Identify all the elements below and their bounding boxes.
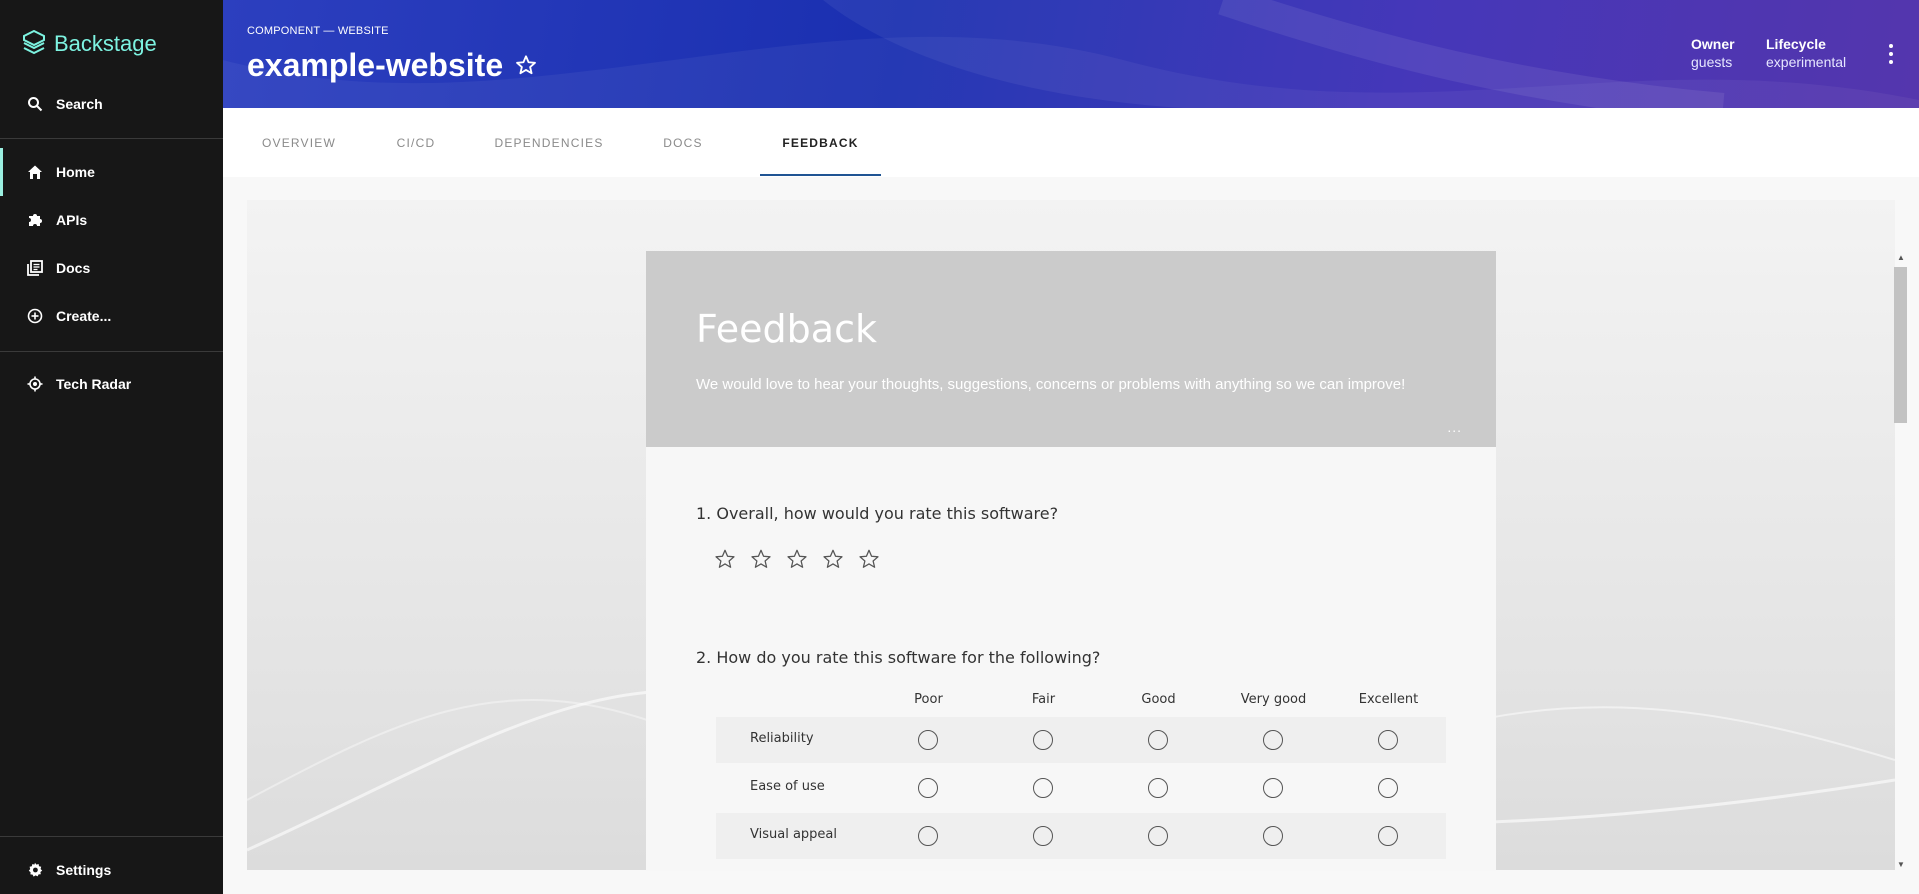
app-name: Backstage [54, 31, 157, 56]
add-circle-icon [26, 307, 44, 325]
tab-feedback[interactable]: FEEDBACK [760, 108, 881, 177]
sidebar-item-tech-radar[interactable]: Tech Radar [0, 360, 223, 408]
sidebar-item-docs[interactable]: Docs [0, 244, 223, 292]
question-text: Overall, how would you rate this softwar… [716, 504, 1059, 523]
tab-overview[interactable]: OVERVIEW [245, 108, 353, 177]
sidebar-item-create[interactable]: Create... [0, 292, 223, 340]
matrix-row-label: Ease of use [750, 779, 825, 794]
library-icon [26, 259, 44, 277]
matrix-column-header: Good [1141, 692, 1176, 707]
backstage-logo-icon [23, 30, 45, 55]
radio-ease-of-use-good[interactable] [1148, 778, 1168, 798]
matrix-column-header: Fair [1031, 692, 1056, 707]
sidebar: Backstage Search Home APIs Docs Create..… [0, 0, 223, 894]
sidebar-item-search[interactable]: Search [0, 80, 223, 128]
radio-reliability-poor[interactable] [918, 730, 938, 750]
radio-visual-appeal-very-good[interactable] [1263, 826, 1283, 846]
owner-value[interactable]: guests [1691, 54, 1735, 70]
radio-reliability-very-good[interactable] [1263, 730, 1283, 750]
scroll-thumb[interactable] [1894, 267, 1907, 423]
sidebar-item-label: APIs [56, 212, 88, 228]
survey-scrollbar[interactable]: ▲ ▼ [1894, 253, 1908, 869]
matrix-row: Reliability [716, 717, 1446, 763]
rating-star-icon[interactable] [822, 548, 844, 570]
sidebar-item-label: Settings [56, 862, 112, 878]
more-options-icon[interactable] [1887, 44, 1895, 64]
sidebar-item-label: Home [56, 164, 95, 180]
sidebar-item-home[interactable]: Home [0, 148, 223, 196]
scroll-down-arrow-icon[interactable]: ▼ [1897, 860, 1905, 869]
rating-star-icon[interactable] [714, 548, 736, 570]
survey-header: Feedback We would love to hear your thou… [646, 251, 1496, 447]
radio-reliability-excellent[interactable] [1378, 730, 1398, 750]
survey-title: Feedback [696, 307, 877, 351]
sidebar-item-settings[interactable]: Settings [0, 846, 223, 894]
sidebar-item-label: Docs [56, 260, 91, 276]
favorite-star-icon[interactable] [515, 54, 537, 76]
matrix-row-label: Reliability [750, 731, 814, 746]
radio-visual-appeal-poor[interactable] [918, 826, 938, 846]
sidebar-divider [0, 836, 223, 837]
radio-visual-appeal-good[interactable] [1148, 826, 1168, 846]
scroll-up-arrow-icon[interactable]: ▲ [1897, 253, 1905, 262]
lifecycle-value: experimental [1766, 54, 1847, 70]
sidebar-item-apis[interactable]: APIs [0, 196, 223, 244]
owner-label: Owner [1691, 36, 1735, 52]
entity-kind: COMPONENT — WEBSITE [247, 25, 389, 37]
entity-header: COMPONENT — WEBSITE example-website Owne… [223, 0, 1919, 108]
radio-reliability-fair[interactable] [1033, 730, 1053, 750]
sidebar-item-label: Search [56, 96, 103, 112]
rating-star-icon[interactable] [786, 548, 808, 570]
active-tab-indicator [760, 174, 881, 176]
puzzle-icon [26, 211, 44, 229]
matrix-row-label: Visual appeal [750, 827, 837, 842]
sidebar-item-label: Create... [56, 308, 112, 324]
radio-ease-of-use-excellent[interactable] [1378, 778, 1398, 798]
tab-bar: OVERVIEW CI/CD DEPENDENCIES DOCS FEEDBAC… [223, 108, 1919, 177]
question-number: 1. [696, 504, 712, 523]
backstage-logo[interactable]: Backstage [22, 30, 157, 58]
radio-ease-of-use-fair[interactable] [1033, 778, 1053, 798]
sidebar-divider [0, 138, 223, 139]
sidebar-item-label: Tech Radar [56, 376, 132, 392]
radio-ease-of-use-poor[interactable] [918, 778, 938, 798]
home-icon [26, 163, 44, 181]
feedback-survey: Feedback We would love to hear your thou… [646, 251, 1496, 871]
radio-visual-appeal-fair[interactable] [1033, 826, 1053, 846]
radio-reliability-good[interactable] [1148, 730, 1168, 750]
tab-ci-cd[interactable]: CI/CD [376, 108, 456, 177]
question-text: How do you rate this software for the fo… [716, 648, 1101, 667]
radio-ease-of-use-very-good[interactable] [1263, 778, 1283, 798]
question-number: 2. [696, 648, 712, 667]
search-icon [26, 95, 44, 113]
rating-star-icon[interactable] [750, 548, 772, 570]
matrix-column-header: Poor [914, 692, 943, 707]
tab-dependencies[interactable]: DEPENDENCIES [479, 108, 619, 177]
radar-icon [26, 375, 44, 393]
rating-star-icon[interactable] [858, 548, 880, 570]
gear-icon [26, 861, 44, 879]
sidebar-divider [0, 351, 223, 352]
matrix-column-header: Excellent [1358, 692, 1419, 707]
matrix-column-header: Very good [1240, 692, 1307, 707]
survey-more-button[interactable]: ... [1447, 419, 1462, 435]
page-title: example-website [247, 47, 504, 83]
matrix-row: Ease of use [716, 765, 1446, 811]
lifecycle-meta: Lifecycle experimental [1766, 36, 1846, 70]
question-1-title: 1. Overall, how would you rate this soft… [696, 504, 1058, 523]
question-2-title: 2. How do you rate this software for the… [696, 648, 1100, 667]
owner-meta: Owner guests [1691, 36, 1735, 70]
survey-description: We would love to hear your thoughts, sug… [696, 376, 1406, 393]
rating-stars [714, 548, 880, 570]
lifecycle-label: Lifecycle [1766, 36, 1826, 52]
tab-docs[interactable]: DOCS [643, 108, 723, 177]
radio-visual-appeal-excellent[interactable] [1378, 826, 1398, 846]
matrix-row: Visual appeal [716, 813, 1446, 859]
